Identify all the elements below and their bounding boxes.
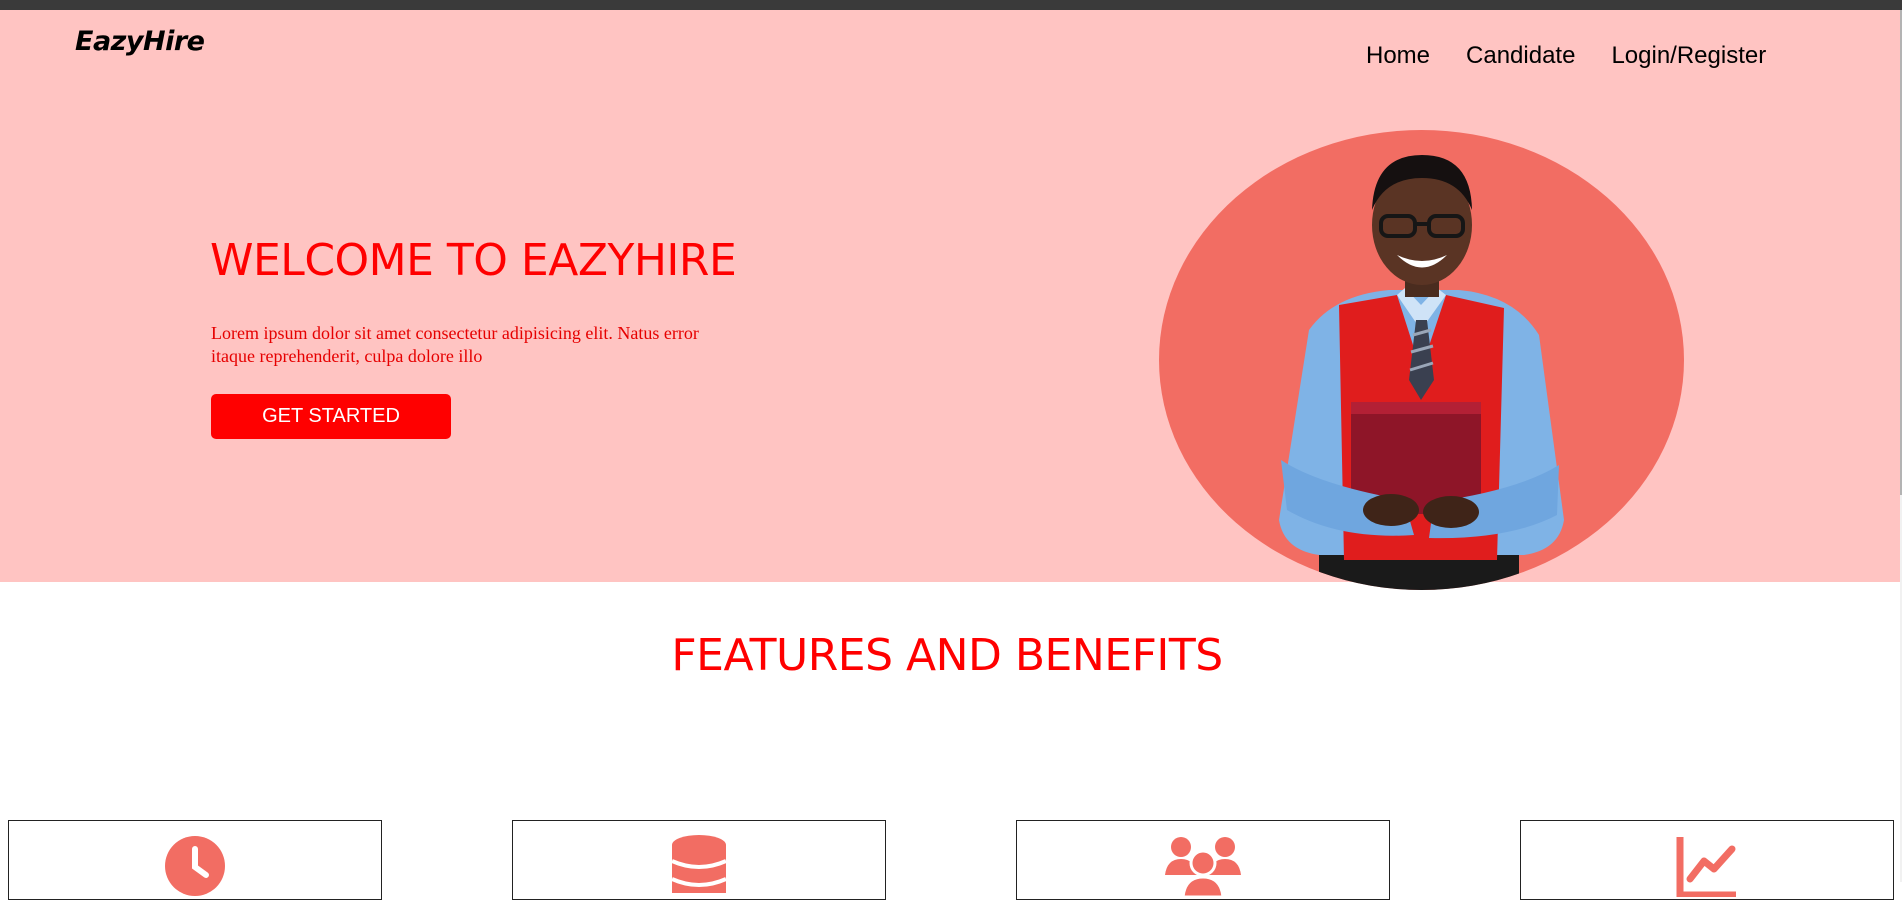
nav-candidate-link[interactable]: Candidate	[1466, 42, 1575, 70]
brand-logo[interactable]: EazyHire	[75, 26, 205, 57]
hero-description: Lorem ipsum dolor sit amet consectetur a…	[211, 323, 699, 366]
hero-title: WELCOME TO EAZYHIRE	[210, 235, 737, 286]
chart-line-icon	[1676, 835, 1738, 902]
features-title: FEATURES AND BENEFITS	[671, 630, 1223, 681]
database-icon	[671, 835, 727, 902]
hero-section: EazyHire Home Candidate Login/Register W…	[0, 10, 1900, 590]
main-nav: Home Candidate Login/Register	[1366, 42, 1766, 70]
get-started-button[interactable]: GET STARTED	[211, 394, 451, 439]
clock-icon	[164, 835, 226, 902]
nav-login-register-link[interactable]: Login/Register	[1611, 42, 1766, 70]
feature-card-time	[8, 820, 382, 900]
browser-top-bar	[0, 0, 1902, 10]
feature-card-team	[1016, 820, 1390, 900]
users-icon	[1163, 835, 1243, 902]
feature-card-growth	[1520, 820, 1894, 900]
hero-image	[1159, 130, 1684, 590]
nav-home-link[interactable]: Home	[1366, 42, 1430, 70]
businessman-illustration	[1279, 155, 1564, 590]
feature-card-database	[512, 820, 886, 900]
